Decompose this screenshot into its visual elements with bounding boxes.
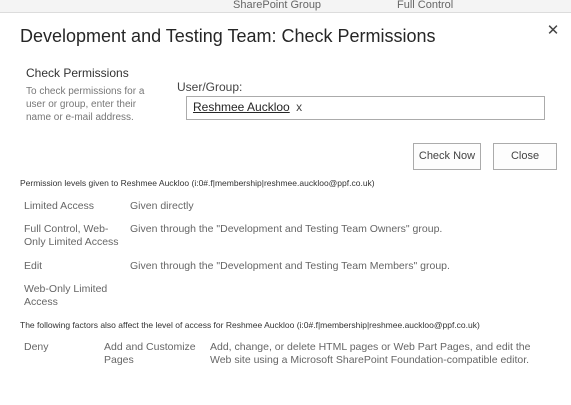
close-icon[interactable]: ✕: [545, 23, 561, 39]
background-column-level: Full Control: [397, 0, 454, 11]
permission-level: Web-Only Limited Access: [24, 283, 108, 308]
factor-type: Deny: [24, 341, 49, 353]
check-permissions-heading: Check Permissions: [26, 66, 129, 80]
user-group-input[interactable]: Reshmee Auckloo x: [186, 96, 545, 120]
dialog-title: Development and Testing Team: Check Perm…: [20, 26, 436, 46]
permission-source: Given through the "Development and Testi…: [130, 260, 450, 272]
resolved-user[interactable]: Reshmee Auckloo: [193, 100, 290, 114]
permission-source: Given through the "Development and Testi…: [130, 223, 443, 235]
background-column-group: SharePoint Group: [233, 0, 322, 11]
permission-level: Edit: [24, 260, 43, 272]
check-permissions-description: To check permissions for a user or group…: [26, 86, 145, 123]
factor-description: Add, change, or delete HTML pages or Web…: [210, 341, 531, 366]
remove-user-icon[interactable]: x: [296, 100, 302, 114]
check-now-button[interactable]: Check Now: [413, 143, 481, 170]
permission-levels-caption: Permission levels given to Reshmee Auckl…: [20, 178, 375, 188]
check-permissions-dialog: Development and Testing Team: Check Perm…: [0, 12, 571, 405]
user-group-label: User/Group:: [177, 80, 243, 94]
permission-level: Limited Access: [24, 200, 95, 212]
permission-level: Full Control, Web-Only Limited Access: [24, 223, 119, 248]
close-button[interactable]: Close: [493, 143, 557, 170]
factors-caption: The following factors also affect the le…: [20, 320, 480, 330]
permission-source: Given directly: [130, 200, 194, 212]
factor-permission: Add and Customize Pages: [104, 341, 196, 366]
